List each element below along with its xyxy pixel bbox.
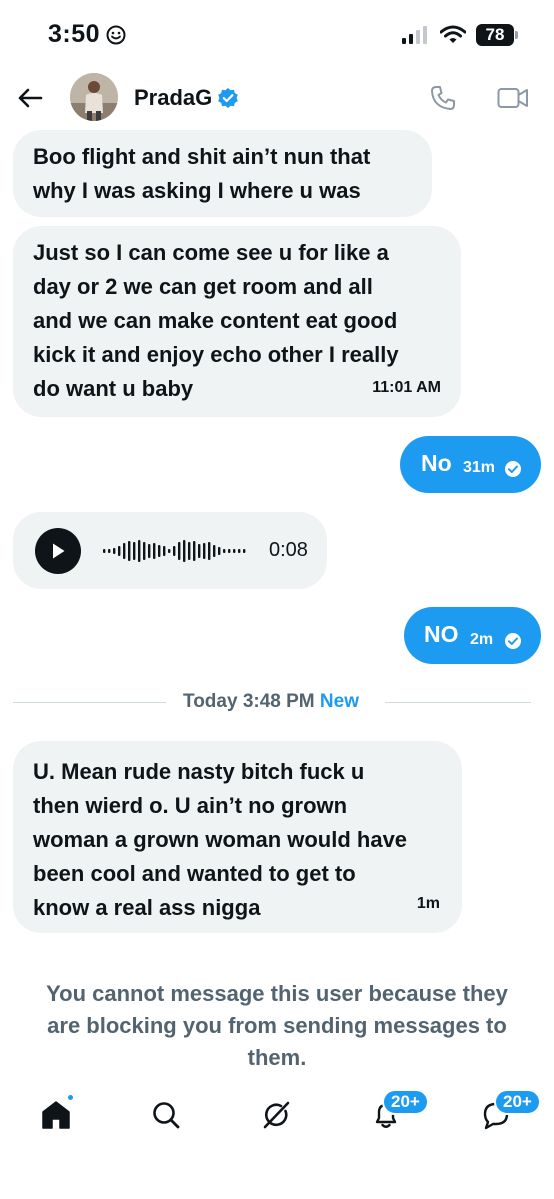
phone-icon [431,86,455,110]
video-call-button[interactable] [493,80,533,116]
verified-badge-icon [218,88,239,108]
voice-duration: 0:08 [269,539,308,561]
divider-line [13,702,166,703]
cellular-signal-icon [402,26,427,44]
battery-indicator: 78 [476,24,518,46]
bottom-nav: 20+ 20+ [0,1085,554,1145]
voice-message[interactable]: 0:08 [13,512,327,589]
user-name-text: PradaG [134,85,213,110]
avatar-image [70,73,118,121]
home-notification-dot [66,1093,75,1102]
grok-icon [263,1101,290,1129]
message-bubble-outgoing[interactable]: NO 2m [404,607,541,664]
status-time-text: 3:50 [48,20,101,48]
nav-grok[interactable] [256,1095,296,1135]
wifi-icon [440,25,466,43]
message-bubble-incoming[interactable]: Just so I can come see u for like a day … [13,226,461,417]
message-text: U. Mean rude nasty bitch fuck u then wie… [33,759,408,920]
avatar[interactable] [70,73,118,121]
video-camera-icon [497,88,528,108]
message-text: NO [424,621,459,647]
status-icons: 78 [402,24,518,46]
nav-search[interactable] [146,1095,186,1135]
back-button[interactable] [14,82,46,114]
message-timestamp: 11:01 AM [372,379,441,396]
conversation-header: PradaG [0,70,554,126]
battery-level: 78 [476,24,514,46]
date-divider: Today 3:48 PM New [0,690,554,714]
play-icon [53,543,65,559]
blocked-notice: You cannot message this user because the… [46,981,508,1070]
waveform-icon [103,540,246,562]
read-receipt-icon [505,633,521,649]
play-button[interactable] [35,528,81,574]
status-bar: 3:50 78 [0,0,554,70]
read-receipt-icon [505,461,521,477]
nav-notifications[interactable]: 20+ [366,1089,429,1135]
message-timestamp: 31m [463,459,496,476]
nav-home[interactable] [36,1093,76,1135]
divider-date: Today 3:48 PM [183,691,315,712]
message-bubble-outgoing[interactable]: No 31m [400,436,541,493]
nav-messages[interactable]: 20+ [476,1089,541,1135]
message-text: No [421,450,452,476]
divider-label: Today 3:48 PM New [183,691,359,713]
message-bubble-incoming[interactable]: Boo flight and shit ain’t nun that why I… [13,130,432,217]
message-timestamp: 2m [470,631,494,648]
user-name[interactable]: PradaG [134,85,239,111]
new-label: New [319,691,359,712]
notifications-badge: 20+ [382,1089,429,1115]
message-bubble-incoming[interactable]: U. Mean rude nasty bitch fuck u then wie… [13,741,462,933]
smiley-icon [106,25,126,44]
status-time: 3:50 [48,20,126,49]
arrow-left-icon [18,88,43,108]
home-icon [42,1101,70,1129]
message-text: Boo flight and shit ain’t nun that why I… [33,144,371,203]
messages-badge: 20+ [494,1089,541,1115]
battery-tip [515,31,518,39]
search-icon [153,1102,180,1129]
divider-line [385,702,531,703]
message-timestamp: 1m [416,895,440,912]
phone-call-button[interactable] [425,80,461,116]
